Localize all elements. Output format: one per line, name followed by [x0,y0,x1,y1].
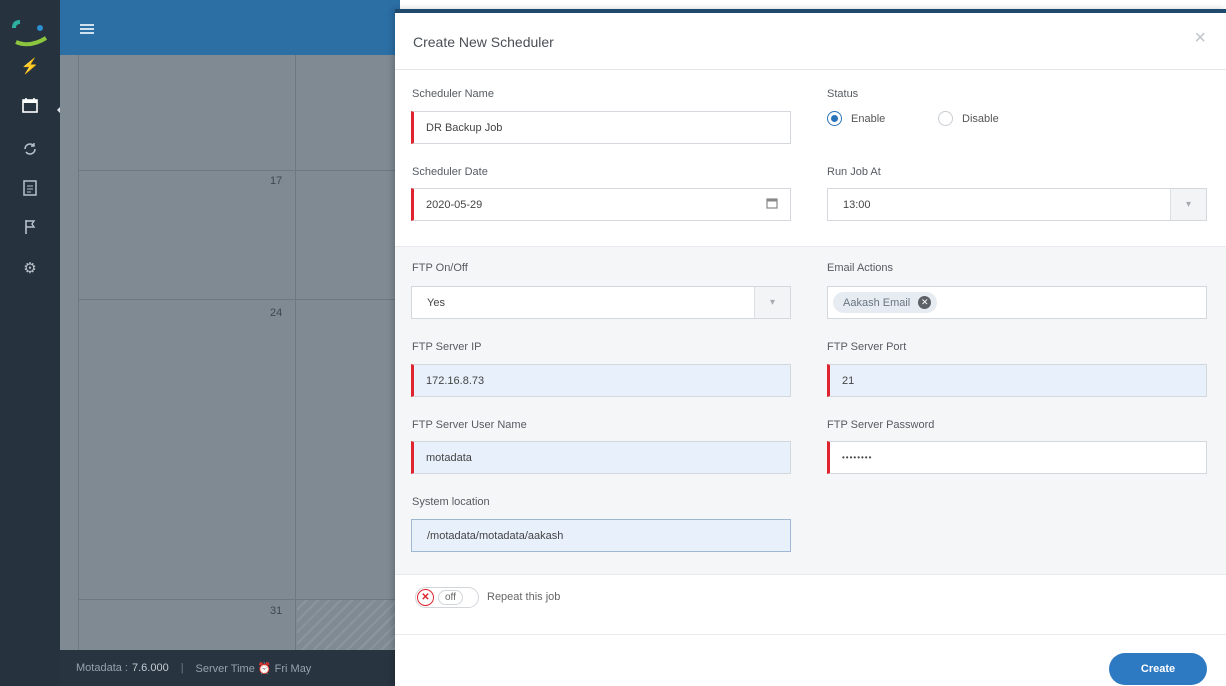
chevron-down-icon[interactable]: ▾ [754,287,790,318]
ftp-onoff-value: Yes [427,296,445,309]
calendar-grid-line [295,55,296,650]
ftp-server-port-label: FTP Server Port [827,341,907,353]
left-sidebar: ⚡ ⚙ [0,0,63,686]
ftp-password-input[interactable]: •••••••• [827,441,1207,474]
hamburger-menu-icon[interactable] [80,24,94,34]
modal-title: Create New Scheduler [413,34,554,50]
repeat-job-label: Repeat this job [487,591,561,603]
run-job-at-label: Run Job At [827,166,881,178]
toggle-state: off [438,590,463,605]
ftp-onoff-label: FTP On/Off [412,262,468,274]
calendar-backdrop: 17 24 31 [60,55,400,650]
scheduler-name-label: Scheduler Name [412,88,494,100]
ftp-server-ip-label: FTP Server IP [412,341,482,353]
status-disable-radio[interactable]: Disable [938,111,999,126]
system-location-input[interactable]: /motadata/motadata/aakash [411,519,791,552]
footer-separator: | [180,662,184,674]
close-icon[interactable]: × [1194,27,1206,50]
calendar-day[interactable]: 24 [270,307,282,319]
remove-tag-icon[interactable]: ✕ [918,296,932,309]
ftp-user-name-label: FTP Server User Name [412,419,527,431]
chevron-down-icon[interactable]: ▾ [1170,189,1206,220]
ftp-password-value: •••••••• [842,453,873,462]
status-enable-radio[interactable]: Enable [827,111,885,126]
footer-bar: Motadata : 7.6.000 | Server Time ⏰ Fri M… [60,650,400,686]
status-disable-label: Disable [962,112,999,125]
calendar-icon[interactable] [20,95,40,115]
ftp-password-label: FTP Server Password [827,419,935,431]
radio-unselected-icon [938,111,953,126]
ftp-user-name-value: motadata [426,451,472,464]
section-divider [395,634,1226,635]
ftp-server-ip-value: 172.16.8.73 [426,374,485,387]
calendar-grid-line [78,55,79,650]
settings-gear-icon[interactable]: ⚙ [20,258,40,278]
section-divider [395,246,1226,247]
create-button[interactable]: Create [1109,653,1207,685]
footer-version: 7.6.000 [131,662,169,674]
calendar-disabled-cell [297,600,400,650]
calendar-grid-line [78,299,400,300]
status-label: Status [827,88,859,100]
refresh-icon[interactable] [20,139,40,159]
scheduler-date-label: Scheduler Date [412,166,488,178]
app-header [60,0,400,55]
run-job-at-select[interactable]: 13:00 ▾ [827,188,1207,221]
ftp-onoff-select[interactable]: Yes ▾ [411,286,791,319]
section-divider [395,574,1226,575]
toggle-off-icon: ✕ [417,589,434,606]
footer-server-time: Server Time ⏰ Fri May [195,662,312,675]
ftp-user-name-input[interactable]: motadata [411,441,791,474]
email-action-tag-label: Aakash Email [843,296,911,309]
flag-icon[interactable] [20,217,40,237]
scheduler-name-value: DR Backup Job [426,121,503,134]
run-job-at-value: 13:00 [843,198,871,211]
system-location-label: System location [412,496,490,508]
modal-header: Create New Scheduler × [395,13,1226,70]
status-enable-label: Enable [851,112,886,125]
report-icon[interactable] [20,178,40,198]
email-actions-label: Email Actions [827,262,894,274]
repeat-job-toggle[interactable]: ✕ off [415,587,479,608]
email-action-tag: Aakash Email ✕ [833,292,938,313]
app-logo [12,20,48,47]
lightning-icon[interactable]: ⚡ [20,56,40,76]
scheduler-name-input[interactable]: DR Backup Job [411,111,791,144]
footer-product: Motadata : [76,662,128,674]
calendar-picker-icon[interactable] [766,197,778,212]
ftp-server-port-value: 21 [842,374,855,387]
calendar-day[interactable]: 17 [270,175,282,187]
ftp-server-ip-input[interactable]: 172.16.8.73 [411,364,791,397]
email-actions-input[interactable]: Aakash Email ✕ [827,286,1207,319]
create-scheduler-modal: Create New Scheduler × Scheduler Name DR… [395,9,1226,686]
system-location-value: /motadata/motadata/aakash [427,529,564,542]
calendar-day[interactable]: 31 [270,605,282,617]
ftp-server-port-input[interactable]: 21 [827,364,1207,397]
radio-selected-icon [827,111,842,126]
scheduler-date-input[interactable]: 2020-05-29 [411,188,791,221]
calendar-grid-line [78,170,400,171]
scheduler-date-value: 2020-05-29 [426,198,483,211]
